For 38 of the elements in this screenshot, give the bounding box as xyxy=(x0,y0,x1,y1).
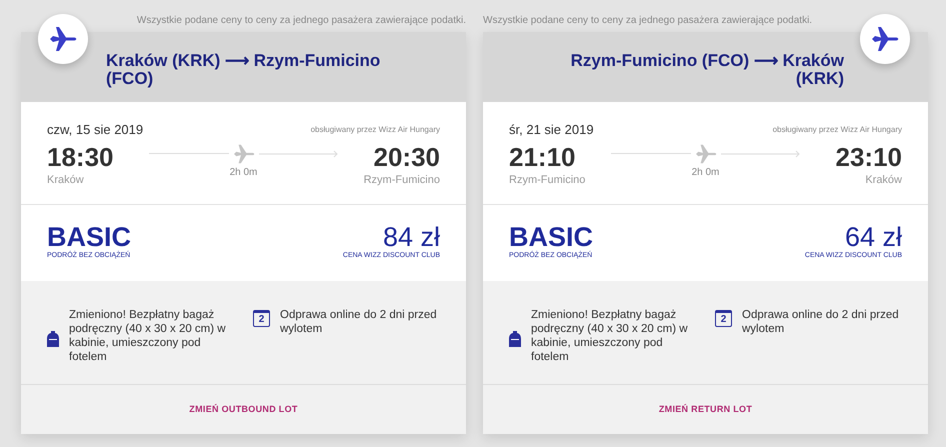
calendar-icon: 2 xyxy=(715,310,732,327)
price-notice: Wszystkie podane ceny to ceny za jednego pasażera zawierające podatki. xyxy=(136,14,466,28)
arrow-icon xyxy=(258,150,338,158)
fare-name: BASIC xyxy=(509,223,594,251)
flight-duration: 2h 0m xyxy=(692,166,720,180)
airplane-icon xyxy=(694,144,718,164)
backpack-icon xyxy=(509,330,521,348)
departure-time: 21:10 xyxy=(509,142,576,172)
route-title: Kraków (KRK) ⟶ Rzym-Fumicino (FCO) xyxy=(106,50,382,88)
flight-date: czw, 15 sie 2019 xyxy=(47,121,144,139)
arrival-city: Rzym-Fumicino xyxy=(364,172,440,188)
departure-city: Rzym-Fumicino xyxy=(509,172,586,188)
fare-name: BASIC xyxy=(47,223,132,251)
feature-text: Odprawa online do 2 dni przed wylotem xyxy=(280,308,438,336)
feature-text: Zmieniono! Bezpłatny bagaż podręczny (40 x 30 x 20 cm) w kabinie, umieszczony pod fotelem xyxy=(69,308,227,364)
airplane-icon xyxy=(48,26,78,52)
arrival-time: 23:10 xyxy=(836,142,902,172)
feature-text: Odprawa online do 2 dni przed wylotem xyxy=(742,308,900,336)
route-title: Rzym-Fumicino (FCO) ⟶ Kraków (KRK) xyxy=(570,50,844,88)
departure-time: 18:30 xyxy=(47,142,114,172)
airplane-icon xyxy=(870,26,900,52)
price: 64 zł xyxy=(844,223,902,251)
feature-text: Zmieniono! Bezpłatny bagaż podręczny (40 x 30 x 20 cm) w kabinie, umieszczony pod fotelem xyxy=(531,308,689,364)
change-flight-button[interactable]: ZMIEŃ RETURN LOT xyxy=(658,402,752,416)
departure-city: Kraków xyxy=(47,172,85,188)
operator-text: obsługiwany przez Wizz Air Hungary xyxy=(310,124,440,136)
flight-duration: 2h 0m xyxy=(230,166,258,180)
arrow-icon xyxy=(720,150,800,158)
airplane-icon xyxy=(232,144,256,164)
operator-text: obsługiwany przez Wizz Air Hungary xyxy=(772,124,902,136)
arrival-time: 20:30 xyxy=(374,142,440,172)
price: 84 zł xyxy=(382,223,440,251)
flight-date: śr, 21 sie 2019 xyxy=(509,121,594,139)
change-flight-button[interactable]: ZMIEŃ OUTBOUND LOT xyxy=(189,402,298,416)
price-notice: Wszystkie podane ceny to ceny za jednego pasażera zawierające podatki. xyxy=(483,14,814,28)
calendar-icon: 2 xyxy=(253,310,270,327)
arrival-city: Kraków xyxy=(865,172,902,188)
backpack-icon xyxy=(47,330,59,348)
